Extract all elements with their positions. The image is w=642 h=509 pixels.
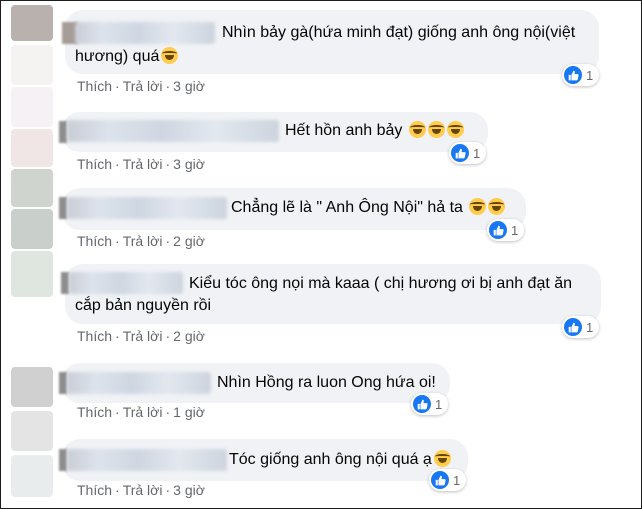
author-name-redacted <box>59 372 67 394</box>
avatar[interactable] <box>11 455 53 497</box>
like-button[interactable]: Thích <box>77 233 112 249</box>
like-button[interactable]: Thích <box>77 328 112 344</box>
reaction-count[interactable]: 1 <box>562 316 600 338</box>
author-name-redacted[interactable] <box>67 449 227 471</box>
like-icon <box>489 221 507 239</box>
timestamp[interactable]: 3 giờ <box>173 156 205 172</box>
comment-actions: Thích · Trả lời · 3 giờ <box>77 78 205 94</box>
comment-text: Tóc giống anh ông nội quá ạ <box>229 449 451 471</box>
avatar[interactable] <box>11 87 53 127</box>
reaction-count[interactable]: 1 <box>429 469 467 491</box>
author-name-redacted[interactable] <box>67 120 279 142</box>
comment-text: Chẳng lẽ là " Anh Ông Nội" hả ta <box>231 197 506 219</box>
comment-text: Hết hồn anh bảy <box>285 120 464 142</box>
avatar[interactable] <box>11 411 53 451</box>
like-icon <box>431 471 449 489</box>
reaction-count[interactable]: 1 <box>449 142 487 164</box>
reply-button[interactable]: Trả lời <box>123 482 163 498</box>
like-icon <box>564 318 582 336</box>
comment-text: Nhìn Hồng ra luon Ong hứa oi! <box>217 374 436 391</box>
laughing-face-icon <box>469 198 487 215</box>
avatar[interactable] <box>11 5 53 41</box>
avatar[interactable] <box>11 251 53 297</box>
comment-actions: Thích · Trả lời · 3 giờ <box>77 482 205 498</box>
laughing-face-icon <box>488 198 506 215</box>
author-name-redacted <box>59 121 67 143</box>
reaction-count[interactable]: 1 <box>411 393 449 415</box>
laughing-face-icon <box>446 121 464 138</box>
avatar[interactable] <box>11 169 53 207</box>
laughing-face-icon <box>427 121 445 138</box>
author-name-redacted <box>59 197 67 219</box>
timestamp[interactable]: 3 giờ <box>173 482 205 498</box>
comment-actions: Thích · Trả lời · 1 giờ <box>77 404 205 420</box>
like-button[interactable]: Thích <box>77 78 112 94</box>
comment-actions: Thích · Trả lời · 3 giờ <box>77 156 205 172</box>
avatar[interactable] <box>11 367 53 407</box>
laughing-face-icon <box>408 121 426 138</box>
like-button[interactable]: Thích <box>77 404 112 420</box>
laughing-face-icon <box>161 47 179 64</box>
author-name-redacted[interactable] <box>67 197 227 219</box>
reply-button[interactable]: Trả lời <box>123 404 163 420</box>
avatar[interactable] <box>11 129 53 167</box>
comment-text: hương) quá <box>75 46 179 68</box>
reply-button[interactable]: Trả lời <box>123 233 163 249</box>
like-button[interactable]: Thích <box>77 156 112 172</box>
reply-button[interactable]: Trả lời <box>123 156 163 172</box>
comment-text: cắp bản nguyền rồi <box>75 297 212 314</box>
like-icon <box>564 66 582 84</box>
comment-text: Nhìn bảy gà(hứa minh đạt) giống anh ông … <box>222 24 576 41</box>
like-icon <box>451 144 469 162</box>
comment-actions: Thích · Trả lời · 2 giờ <box>77 328 205 344</box>
author-name-redacted[interactable] <box>75 22 215 44</box>
author-name-redacted[interactable] <box>67 372 211 394</box>
timestamp[interactable]: 2 giờ <box>173 233 205 249</box>
timestamp[interactable]: 2 giờ <box>173 328 205 344</box>
comment-actions: Thích · Trả lời · 2 giờ <box>77 233 205 249</box>
avatar[interactable] <box>11 209 53 249</box>
comment-text: Kiểu tóc ông nọi mà kaaa ( chị hương ơi … <box>189 275 573 292</box>
reaction-count[interactable]: 1 <box>487 219 525 241</box>
reply-button[interactable]: Trả lời <box>123 78 163 94</box>
screenshot-frame: Nhìn bảy gà(hứa minh đạt) giống anh ông … <box>0 0 642 509</box>
timestamp[interactable]: 3 giờ <box>173 78 205 94</box>
laughing-face-icon <box>433 450 451 467</box>
reply-button[interactable]: Trả lời <box>123 328 163 344</box>
timestamp[interactable]: 1 giờ <box>173 404 205 420</box>
reaction-count[interactable]: 1 <box>562 64 600 86</box>
author-name-redacted[interactable] <box>69 272 183 294</box>
author-name-redacted <box>61 272 69 294</box>
like-icon <box>413 395 431 413</box>
like-button[interactable]: Thích <box>77 482 112 498</box>
author-name-redacted <box>59 449 67 471</box>
avatar[interactable] <box>11 45 53 85</box>
